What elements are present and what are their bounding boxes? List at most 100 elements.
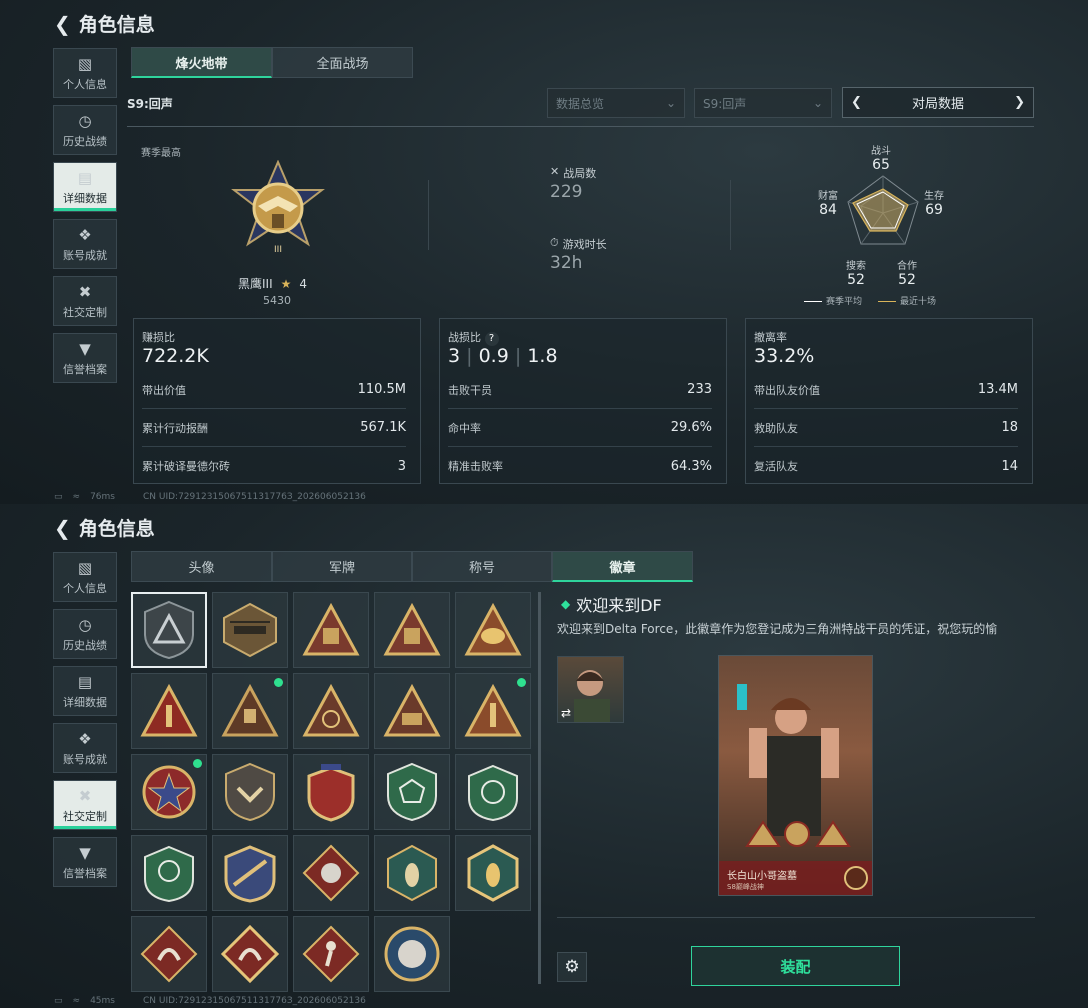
stat-row: 带出队友价值 13.4M bbox=[754, 371, 1018, 409]
chevron-shield-badge-icon bbox=[225, 762, 275, 822]
wifi-icon: ≈ bbox=[72, 996, 81, 1006]
history-icon: ◷ bbox=[78, 615, 92, 634]
match-data-pager: ❮ 对局数据 ❯ bbox=[842, 87, 1034, 118]
back-arrow-icon[interactable]: ❮ bbox=[54, 12, 71, 36]
badge-item[interactable] bbox=[374, 835, 450, 911]
badge-item[interactable] bbox=[374, 916, 450, 992]
achievement-icon: ❖ bbox=[78, 729, 92, 748]
radar-teamwork: 合作 52 bbox=[897, 261, 917, 288]
sidebar-item-profile[interactable]: ▧ 个人信息 bbox=[53, 552, 117, 602]
tab-badge[interactable]: 徽章 bbox=[552, 551, 693, 582]
tab-avatar[interactable]: 头像 bbox=[131, 551, 272, 582]
sidebar-item-credit[interactable]: ▼ 信誉档案 bbox=[53, 837, 117, 887]
tab-hazard-zone[interactable]: 烽火地带 bbox=[131, 47, 272, 78]
bar-chart-icon: ▧ bbox=[77, 558, 93, 577]
new-indicator bbox=[517, 678, 526, 687]
sidebar: ▧ 个人信息 ◷ 历史战绩 ▤ 详细数据 ❖ 账号成就 ✖ 社交定制 ▼ 信誉档案 bbox=[53, 48, 117, 390]
sidebar-item-social[interactable]: ✖ 社交定制 bbox=[53, 780, 117, 830]
badge-item[interactable] bbox=[131, 835, 207, 911]
badge-item[interactable] bbox=[293, 835, 369, 911]
sidebar: ▧ 个人信息 ◷ 历史战绩 ▤ 详细数据 ❖ 账号成就 ✖ 社交定制 ▼ 信誉档案 bbox=[53, 552, 117, 894]
badge-item[interactable] bbox=[131, 754, 207, 830]
stat-row: 击败干员 233 bbox=[448, 371, 712, 409]
equip-button[interactable]: 装配 bbox=[691, 946, 900, 986]
legend-line-avg bbox=[804, 301, 822, 302]
back-arrow-icon[interactable]: ❮ bbox=[54, 516, 71, 540]
badge-grid bbox=[131, 592, 531, 992]
rank-line: 黑鹰III ★ 4 bbox=[238, 276, 308, 292]
sidebar-item-credit[interactable]: ▼ 信誉档案 bbox=[53, 333, 117, 383]
chevron-right-icon[interactable]: ❯ bbox=[1014, 95, 1025, 110]
operator-figure-icon bbox=[737, 684, 851, 847]
sidebar-item-achievements[interactable]: ❖ 账号成就 bbox=[53, 219, 117, 269]
help-icon[interactable]: ? bbox=[484, 332, 499, 346]
badge-item[interactable] bbox=[455, 673, 531, 749]
badge-item[interactable] bbox=[131, 673, 207, 749]
achievement-icon: ❖ bbox=[78, 225, 92, 244]
badge-item[interactable] bbox=[131, 592, 207, 668]
swap-icon[interactable]: ⇄ bbox=[561, 706, 571, 720]
stat-row: 累计破译曼德尔砖 3 bbox=[142, 458, 406, 474]
bar-chart-icon: ▧ bbox=[77, 54, 93, 73]
crossed-swords-icon: ✕ bbox=[550, 165, 560, 178]
badge-item[interactable] bbox=[293, 916, 369, 992]
badge-item[interactable] bbox=[293, 754, 369, 830]
divider bbox=[557, 917, 1035, 918]
panel-divider bbox=[538, 592, 541, 984]
hornet-hex-badge-icon bbox=[387, 844, 437, 902]
svg-text:III: III bbox=[274, 245, 282, 255]
tab-all-out-warfare[interactable]: 全面战场 bbox=[272, 47, 413, 78]
stat-row: 带出价值 110.5M bbox=[142, 371, 406, 409]
badge-description: 欢迎来到Delta Force，此徽章作为您登记成为三角洲特战干员的凭证，祝您玩… bbox=[557, 622, 998, 636]
tab-title[interactable]: 称号 bbox=[412, 551, 552, 582]
crest-badge-icon bbox=[307, 764, 355, 822]
triangle-rocket-badge-icon bbox=[464, 683, 522, 737]
settings-button[interactable]: ⚙ bbox=[557, 952, 587, 982]
badge-item[interactable] bbox=[455, 754, 531, 830]
wolf-diamond-badge-icon bbox=[302, 844, 360, 902]
gear-icon: ⚙ bbox=[564, 957, 580, 977]
rank-score: 5430 bbox=[263, 294, 291, 307]
badge-item[interactable] bbox=[374, 754, 450, 830]
sidebar-item-details[interactable]: ▤ 详细数据 bbox=[53, 162, 117, 212]
radar-combat: 战斗 65 bbox=[871, 146, 891, 173]
sidebar-item-history[interactable]: ◷ 历史战绩 bbox=[53, 105, 117, 155]
ability-radar-chart bbox=[847, 175, 919, 245]
new-indicator bbox=[193, 759, 202, 768]
badge-item[interactable] bbox=[455, 592, 531, 668]
badge-item[interactable] bbox=[212, 754, 288, 830]
stat-row: 累计行动报酬 567.1K bbox=[142, 409, 406, 447]
badge-item[interactable] bbox=[293, 673, 369, 749]
badge-item[interactable] bbox=[131, 916, 207, 992]
sidebar-item-profile[interactable]: ▧ 个人信息 bbox=[53, 48, 117, 98]
badge-item[interactable] bbox=[212, 916, 288, 992]
radar-search: 搜索 52 bbox=[846, 261, 866, 288]
badge-item[interactable] bbox=[374, 592, 450, 668]
badge-item[interactable] bbox=[212, 835, 288, 911]
badge-item[interactable] bbox=[212, 673, 288, 749]
overview-dropdown[interactable]: 数据总览 ⌄ bbox=[547, 88, 685, 118]
shield-icon: ▼ bbox=[79, 843, 91, 862]
sidebar-item-achievements[interactable]: ❖ 账号成就 bbox=[53, 723, 117, 773]
operator-card-preview: 长白山小哥盗墓 S8巅峰战神 bbox=[718, 655, 873, 896]
rank-emblem-icon: III bbox=[231, 160, 325, 255]
new-indicator bbox=[274, 678, 283, 687]
dragon-diamond-badge-icon bbox=[140, 925, 198, 983]
sidebar-item-history[interactable]: ◷ 历史战绩 bbox=[53, 609, 117, 659]
wifi-icon: ≈ bbox=[72, 492, 81, 502]
chevron-left-icon[interactable]: ❮ bbox=[851, 95, 862, 110]
badge-item[interactable] bbox=[374, 673, 450, 749]
season-dropdown[interactable]: S9:回声 ⌄ bbox=[694, 88, 832, 118]
green-rifle-badge-icon bbox=[144, 845, 194, 903]
stat-row: 精准击败率 64.3% bbox=[448, 458, 712, 474]
tab-dogtag[interactable]: 军牌 bbox=[272, 551, 412, 582]
radar-recent-area bbox=[852, 188, 909, 232]
sidebar-item-social[interactable]: ✖ 社交定制 bbox=[53, 276, 117, 326]
operator-avatar[interactable]: ⇄ bbox=[557, 656, 624, 723]
sidebar-item-details[interactable]: ▤ 详细数据 bbox=[53, 666, 117, 716]
badge-item[interactable] bbox=[212, 592, 288, 668]
badge-item[interactable] bbox=[455, 835, 531, 911]
status-footer: ▭ ≈ 76ms CN UID:7291231506751131776З_202… bbox=[54, 492, 366, 502]
profit-ratio-card: 赚损比 722.2K 带出价值 110.5M 累计行动报酬 567.1K 累计破译曼… bbox=[133, 318, 421, 484]
badge-item[interactable] bbox=[293, 592, 369, 668]
